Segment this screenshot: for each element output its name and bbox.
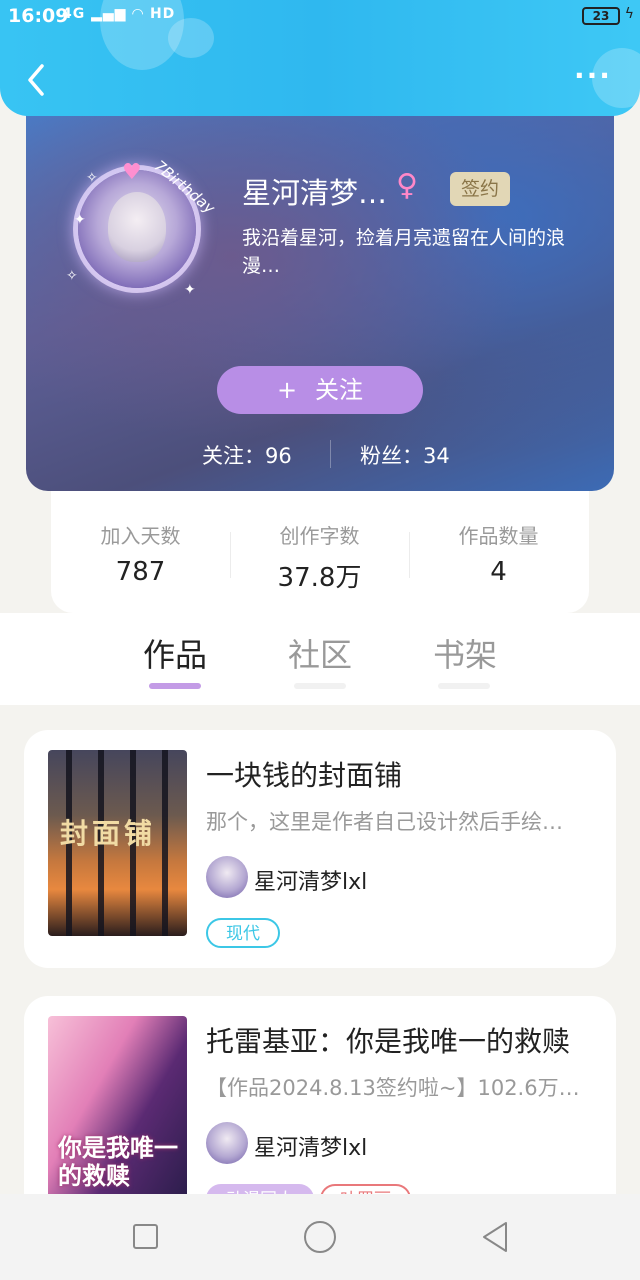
- top-header: 16:09 4G ▂▄▆ ◠ HD 23 ϟ ···: [0, 0, 640, 116]
- follow-label: 关注: [315, 376, 364, 404]
- cover-title: 封面铺: [60, 817, 157, 850]
- work-title: 一块钱的封面铺: [206, 759, 403, 792]
- tab-active-indicator: [149, 683, 201, 689]
- work-title: 托雷基亚：你是我唯一的救赎: [206, 1025, 571, 1058]
- avatar[interactable]: ♥ 7Birthday ✦ ✧ ✦ ✧: [66, 150, 218, 300]
- follow-button[interactable]: + 关注: [217, 366, 423, 414]
- circle-icon[interactable]: [304, 1221, 336, 1253]
- stat-work-count: 作品数量 4: [409, 520, 588, 587]
- stat-word-count: 创作字数 37.8万: [230, 520, 409, 594]
- stat-value: 4: [490, 557, 507, 587]
- divider: [330, 440, 331, 468]
- tab-indicator: [294, 683, 346, 689]
- profile-bio: 我沿着星河，捡着月亮遗留在人间的浪漫…: [242, 227, 566, 277]
- stat-value: 37.8万: [277, 563, 362, 593]
- triangle-back-icon[interactable]: [480, 1220, 510, 1254]
- tab-indicator: [438, 683, 490, 689]
- work-cover: 封面铺: [48, 750, 187, 936]
- plus-icon: +: [276, 376, 298, 404]
- signal-bars-icon: ▂▄▆: [91, 6, 127, 22]
- female-icon: ♀: [396, 168, 418, 203]
- more-button[interactable]: ···: [574, 62, 614, 96]
- battery-level: 23: [592, 9, 610, 23]
- cover-title: 你是我唯一的救赎: [58, 1134, 178, 1190]
- work-description: 那个，这里是作者自己设计然后手绘…: [206, 810, 563, 834]
- work-description: 【作品2024.8.13签约啦~】102.6万…: [206, 1076, 580, 1100]
- signal-label: 4G: [62, 6, 86, 22]
- sparkle-icon: ✧: [66, 268, 78, 284]
- hd-label: HD: [149, 6, 176, 22]
- wifi-icon: ◠: [132, 6, 145, 22]
- stats-card: 加入天数 787 创作字数 37.8万 作品数量 4: [51, 480, 589, 613]
- charging-icon: ϟ: [624, 6, 634, 22]
- work-cover: 你是我唯一的救赎: [48, 1016, 187, 1216]
- nickname: 星河清梦…: [242, 176, 388, 210]
- sparkle-icon: ✦: [184, 282, 196, 298]
- battery-icon: 23: [582, 7, 620, 25]
- stat-join-days: 加入天数 787: [51, 520, 230, 587]
- genre-tag[interactable]: 现代: [206, 918, 280, 948]
- stat-label: 创作字数: [279, 524, 360, 548]
- avatar-image: [108, 192, 166, 262]
- signed-badge: 签约: [450, 172, 510, 206]
- author-avatar: [206, 856, 248, 898]
- work-card[interactable]: 封面铺 一块钱的封面铺 那个，这里是作者自己设计然后手绘… 星河清梦lxl 现代: [24, 730, 616, 968]
- cover-decor: [162, 750, 168, 936]
- chevron-left-icon: [28, 64, 44, 96]
- more-dots-icon: ···: [574, 59, 612, 92]
- author-name: 星河清梦lxl: [254, 1136, 368, 1161]
- status-time: 16:09: [8, 5, 69, 27]
- stat-value: 787: [115, 557, 166, 587]
- status-signal: 4G ▂▄▆ ◠ HD: [62, 6, 175, 22]
- system-nav-bar: [0, 1194, 640, 1280]
- sparkle-icon: ✧: [86, 170, 98, 186]
- following-count[interactable]: 关注：96: [202, 440, 292, 470]
- tab-bookshelf[interactable]: 书架: [405, 630, 525, 676]
- tab-community[interactable]: 社区: [260, 630, 380, 676]
- decor-bubble: [168, 18, 214, 58]
- fans-count[interactable]: 粉丝：34: [360, 440, 450, 470]
- author-name: 星河清梦lxl: [254, 870, 368, 895]
- stat-label: 加入天数: [100, 524, 181, 548]
- heart-icon: ♥: [122, 160, 142, 185]
- triangle-back-shape: [483, 1222, 507, 1252]
- author-avatar: [206, 1122, 248, 1164]
- tab-works[interactable]: 作品: [115, 630, 235, 676]
- stat-label: 作品数量: [458, 524, 539, 548]
- profile-card: ♥ 7Birthday ✦ ✧ ✦ ✧ 星河清梦… ♀ 签约 我沿着星河，捡着月…: [26, 100, 614, 491]
- square-icon[interactable]: [133, 1224, 158, 1249]
- back-button[interactable]: [22, 60, 62, 100]
- sparkle-icon: ✦: [74, 212, 86, 228]
